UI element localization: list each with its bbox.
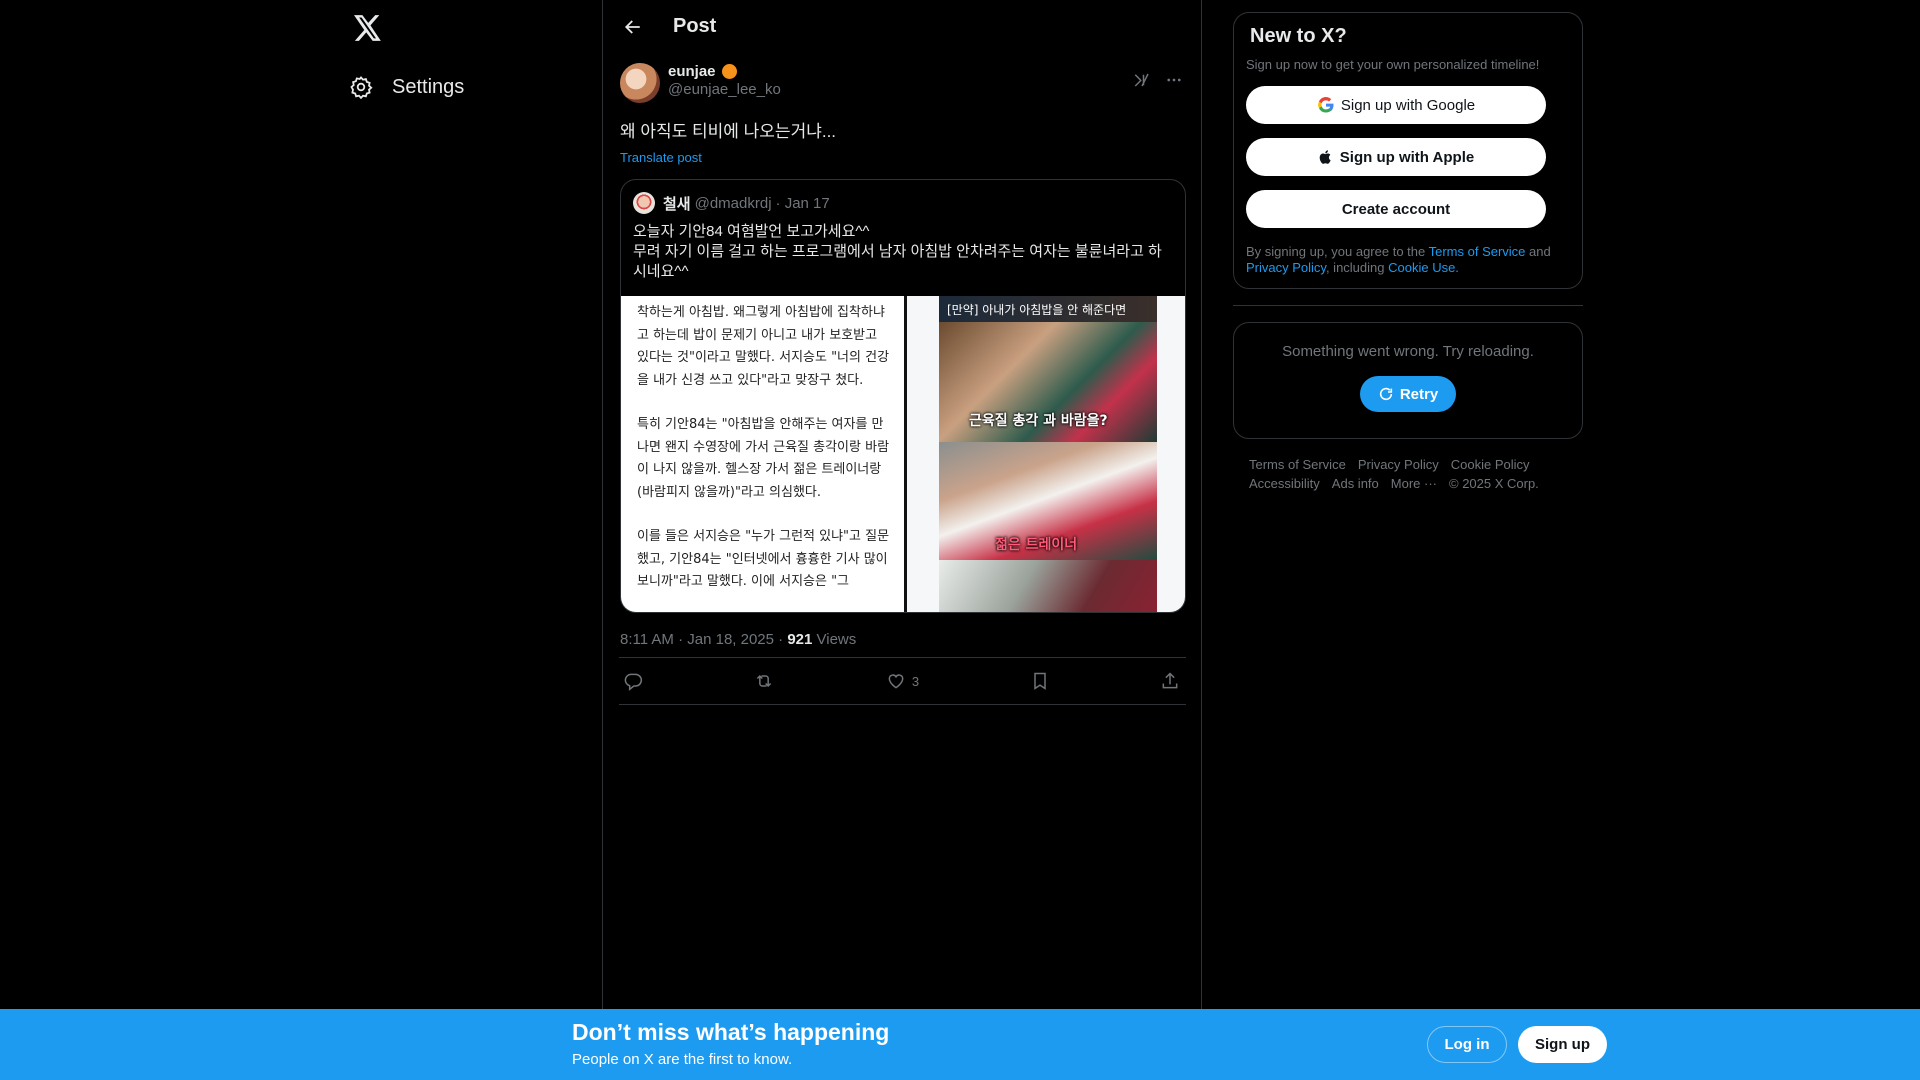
bookmark-icon — [1033, 672, 1046, 690]
signup-banner: Don’t miss what’s happening People on X … — [0, 1009, 1920, 1080]
quoted-date: · Jan 17 — [775, 194, 830, 212]
quoted-handle: @dmadkrdj — [694, 194, 772, 212]
emoji-badge-icon — [721, 64, 737, 79]
repost-button[interactable] — [753, 671, 775, 691]
signup-card-title: New to X? — [1250, 25, 1347, 47]
post: eunjae @eunjae_lee_ko 왜 아직도 티비에 나오는거냐...… — [603, 53, 1201, 705]
sign-up-button[interactable]: Sign up — [1518, 1026, 1607, 1063]
footer-cookie-link[interactable]: Cookie Policy — [1451, 457, 1530, 472]
main-column: Post eunjae @eunjae_lee_ko 왜 아직도 티비에 나오는… — [602, 0, 1202, 1080]
post-timestamp: 8:11 AM · Jan 18, 2025 · 921 Views — [620, 631, 1185, 651]
privacy-policy-link[interactable]: Privacy Policy — [1246, 260, 1326, 275]
translate-post-link[interactable]: Translate post — [620, 150, 702, 165]
heart-icon — [888, 674, 904, 689]
footer-copyright: © 2025 X Corp. — [1449, 476, 1539, 491]
signup-card: New to X? Sign up now to get your own pe… — [1233, 12, 1583, 289]
share-icon — [1162, 672, 1178, 689]
article-screenshot-image[interactable]: 착하는게 아침밥. 왜그렇게 아침밥에 집착하냐고 하는데 밥이 문제기 아니고… — [621, 296, 904, 612]
signup-legal-text: By signing up, you agree to the Terms of… — [1246, 244, 1570, 276]
avatar[interactable] — [620, 63, 660, 103]
footer-accessibility-link[interactable]: Accessibility — [1249, 476, 1320, 491]
video-stills-image[interactable]: [만약] 아내가 아침밥을 안 해준다면 근육질 총각 과 바람을? 젊은 트레… — [907, 296, 1185, 612]
post-header: Post — [603, 0, 1201, 53]
video-frame: 젊은 트레이너 — [939, 442, 1157, 560]
sign-up-with-google-button[interactable]: Sign up with Google — [1246, 86, 1546, 124]
footer-links: Terms of Service Privacy Policy Cookie P… — [1233, 457, 1563, 491]
sidebar-divider — [1233, 305, 1583, 306]
views-label: Views — [812, 631, 857, 648]
quoted-text-line1: 오늘자 기안84 여혐발언 보고가세요^^ — [633, 223, 870, 240]
post-time[interactable]: 8:11 AM · Jan 18, 2025 · — [620, 631, 787, 648]
arrow-left-icon — [624, 19, 640, 34]
quoted-media[interactable]: 착하는게 아침밥. 왜그렇게 아침밥에 집착하냐고 하는데 밥이 문제기 아니고… — [621, 296, 1185, 612]
google-icon — [1318, 96, 1334, 113]
video-top-caption: [만약] 아내가 아침밥을 안 해준다면 — [939, 296, 1157, 322]
like-button[interactable]: 3 — [886, 671, 919, 691]
post-text: 왜 아직도 티비에 나오는거냐... — [620, 122, 837, 141]
retry-label: Retry — [1399, 385, 1439, 403]
quoted-avatar — [633, 192, 655, 214]
article-paragraph: 착하는게 아침밥. 왜그렇게 아침밥에 집착하냐고 하는데 밥이 문제기 아니고… — [637, 305, 890, 388]
sign-up-with-apple-button[interactable]: Sign up with Apple — [1246, 138, 1546, 176]
left-nav: Settings — [340, 0, 600, 1080]
video-caption: 젊은 트레이너 — [995, 537, 1078, 553]
video-caption: 근육질 총각 과 바람을? — [969, 413, 1108, 429]
create-account-button[interactable]: Create account — [1246, 190, 1546, 228]
google-button-label: Sign up with Google — [1340, 96, 1476, 114]
apple-button-label: Sign up with Apple — [1339, 148, 1475, 166]
share-button[interactable] — [1160, 671, 1180, 691]
video-frames: [만약] 아내가 아침밥을 안 해준다면 근육질 총각 과 바람을? 젊은 트레… — [939, 296, 1157, 612]
author-display-name[interactable]: eunjae — [668, 63, 781, 80]
video-frame — [939, 560, 1157, 612]
legal-prefix: By signing up, you agree to the — [1246, 244, 1429, 259]
banner-subtitle: People on X are the first to know. — [572, 1051, 793, 1068]
views-count: 921 — [787, 631, 813, 648]
quoted-text: 오늘자 기안84 여혐발언 보고가세요^^ 무려 자기 이름 걸고 하는 프로그… — [621, 214, 1185, 296]
right-sidebar: New to X? Sign up now to get your own pe… — [1233, 12, 1583, 491]
article-paragraph: 이를 들은 서지승은 "누가 그런적 있냐"고 질문했고, 기안84는 "인터넷… — [637, 529, 890, 589]
footer-privacy-link[interactable]: Privacy Policy — [1358, 457, 1439, 472]
log-in-button[interactable]: Log in — [1427, 1026, 1507, 1063]
retry-button[interactable]: Retry — [1359, 376, 1457, 412]
refresh-icon — [1379, 387, 1392, 401]
bookmark-button[interactable] — [1030, 671, 1050, 691]
apple-icon — [1319, 150, 1331, 164]
terms-of-service-link[interactable]: Terms of Service — [1429, 244, 1526, 259]
nav-settings-label: Settings — [392, 75, 465, 98]
footer-ads-info-link[interactable]: Ads info — [1332, 476, 1379, 491]
gear-icon — [348, 74, 374, 100]
more-options-icon[interactable] — [1163, 69, 1185, 91]
footer-terms-link[interactable]: Terms of Service — [1249, 457, 1346, 472]
banner-title: Don’t miss what’s happening — [572, 1019, 890, 1045]
nav-settings[interactable]: Settings — [348, 68, 480, 106]
footer-more-link[interactable]: More ··· — [1391, 476, 1437, 491]
like-count: 3 — [911, 673, 920, 689]
error-card: Something went wrong. Try reloading. Ret… — [1233, 322, 1583, 439]
error-message: Something went wrong. Try reloading. — [1282, 343, 1534, 360]
legal-including: , including — [1325, 260, 1389, 275]
x-logo-icon[interactable] — [348, 10, 388, 46]
grok-icon[interactable] — [1131, 69, 1153, 91]
author-handle[interactable]: @eunjae_lee_ko — [668, 81, 781, 98]
video-frame: 근육질 총각 과 바람을? — [939, 322, 1157, 442]
signup-card-subtitle: Sign up now to get your own personalized… — [1246, 57, 1540, 72]
post-author-row: eunjae @eunjae_lee_ko — [620, 63, 1185, 109]
author-name-text: eunjae — [668, 63, 716, 80]
quoted-post-header: 철새 @dmadkrdj · Jan 17 — [621, 180, 1185, 214]
quoted-display-name: 철새 — [663, 195, 691, 213]
cookie-use-link[interactable]: Cookie Use. — [1388, 260, 1459, 275]
repost-icon — [757, 674, 772, 688]
article-paragraph: 특히 기안84는 "아침밥을 안해주는 여자를 만나면 왠지 수영장에 가서 근… — [637, 417, 890, 500]
quoted-post[interactable]: 철새 @dmadkrdj · Jan 17 오늘자 기안84 여혐발언 보고가세… — [620, 179, 1186, 613]
quoted-text-line2: 무려 자기 이름 걸고 하는 프로그램에서 남자 아침밥 안차려주는 여자는 불… — [633, 243, 1162, 280]
back-button[interactable] — [619, 13, 647, 41]
page-title: Post — [673, 15, 717, 37]
create-account-label: Create account — [1341, 200, 1451, 218]
legal-and: and — [1525, 244, 1551, 259]
reply-button[interactable] — [623, 671, 643, 691]
post-actions: 3 — [619, 657, 1186, 705]
reply-icon — [624, 673, 643, 691]
